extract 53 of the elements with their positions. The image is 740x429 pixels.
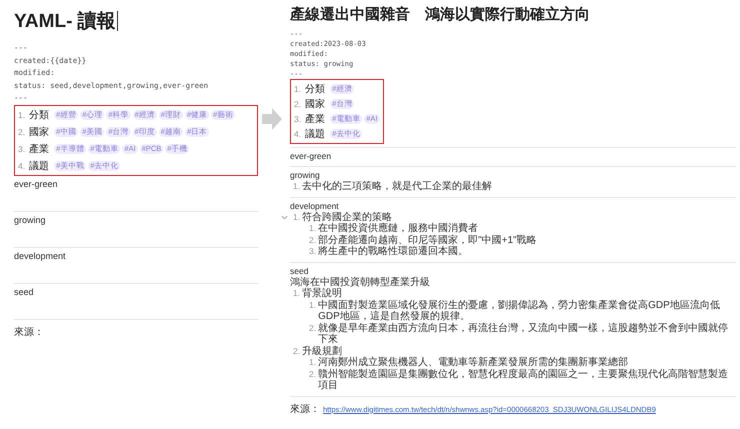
caret-icon[interactable]	[281, 214, 288, 220]
tag-label: 產業	[29, 142, 50, 156]
section-heading: growing	[14, 214, 47, 224]
list-number: 2.	[293, 346, 300, 357]
list-item-text: 中國面對製造業區域化發展衍生的憂慮，劉揚偉認為，勞力密集產業會從高GDP地區流向低GDP地區，這是自然發展的規律。	[318, 300, 721, 322]
section-heading: growing	[290, 170, 321, 180]
list-number: 3.	[18, 144, 26, 154]
list-number: 4.	[294, 129, 302, 139]
section-text: 鴻海在中國投資朝轉型產業升級	[290, 276, 431, 288]
list-number: 3.	[309, 246, 316, 258]
source-label: 來源：	[14, 326, 44, 338]
list-number: 1.	[309, 357, 316, 368]
list-item-text: 背景說明	[302, 288, 342, 300]
list-number: 3.	[294, 114, 302, 124]
list-number: 2.	[294, 99, 302, 109]
list-item-text: 去中化的三項策略，就是代工企業的最佳解	[302, 181, 492, 192]
list-number: 1.	[309, 300, 316, 311]
list-number: 2.	[18, 126, 26, 136]
list-number: 1.	[293, 181, 300, 192]
list-number: 1.	[293, 288, 300, 300]
tag-label: 產業	[305, 112, 326, 126]
list-item-text: 升級規劃	[302, 346, 342, 356]
list-number: 1.	[293, 212, 300, 223]
tag-label: 議題	[305, 128, 326, 141]
source-label: 來源：	[290, 402, 320, 416]
page-title: 產線遷出中國雜音 鴻海以實際行動確立方向	[290, 5, 590, 24]
tag-label: 議題	[29, 160, 50, 172]
list-item-text: 符合跨國企業的策略	[302, 212, 392, 222]
list-item-text: 河南鄭州成立聚焦機器人、電動車等新產業發展所需的集團新事業總部	[318, 357, 628, 368]
page-title: YAML- 讀報	[14, 10, 116, 34]
section-heading: development	[14, 250, 67, 260]
list-number: 2.	[309, 368, 316, 380]
list-item-text: 部分產能遷向越南、印尼等國家，即"中國+1"戰略	[318, 234, 537, 246]
list-number: 1.	[309, 223, 316, 234]
section-heading: seed	[290, 266, 310, 276]
list-item-text: 贛州智能製造園區是集團數位化，智慧化程度最高的園區之一，主要聚焦現代化高階智慧製造項目	[318, 368, 730, 392]
list-number: 1.	[18, 110, 26, 120]
list-number: 2.	[309, 234, 316, 246]
section-heading: development	[290, 200, 340, 212]
arrow-icon	[262, 108, 282, 130]
list-number: 4.	[18, 160, 26, 170]
tag-label: 國家	[305, 98, 326, 111]
section-heading: seed	[14, 286, 35, 296]
list-item-text: 將生產中的戰略性環節遷回本國。	[318, 246, 468, 258]
section-heading: ever-green	[14, 178, 59, 188]
tag-label: 分類	[29, 108, 50, 122]
section-heading: ever-green	[290, 151, 332, 162]
tag-label: 分類	[305, 82, 326, 96]
list-item-text: 在中國投資供應鏈，服務中國消費者	[318, 223, 478, 234]
list-number: 1.	[294, 84, 302, 94]
list-item-text: 就像是早年產業由西方流向日本，再流往台灣，又流向中國一樣，這股趨勢並不會到中國就停下來	[318, 322, 730, 346]
tag-label: 國家	[29, 126, 50, 138]
list-number: 2.	[309, 322, 316, 334]
